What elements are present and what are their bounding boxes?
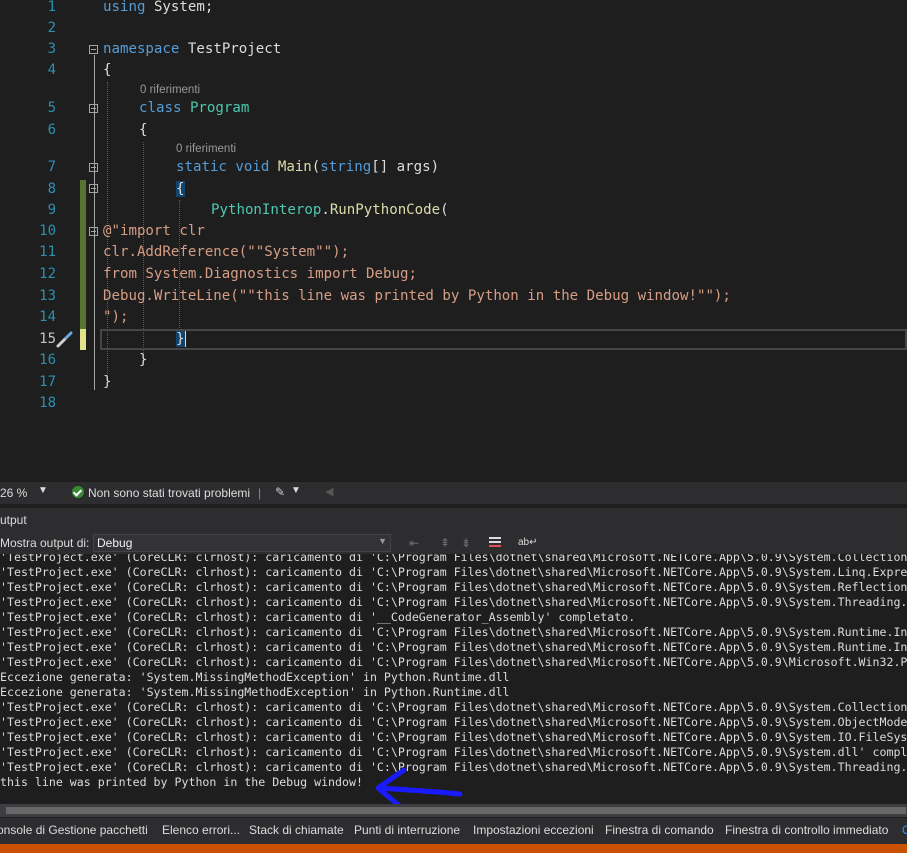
chevron-down-icon[interactable]: ▼	[38, 485, 48, 496]
panel-title: utput	[0, 513, 27, 527]
code-line: ");	[103, 309, 129, 325]
line-number: 10	[39, 223, 56, 239]
output-line: 'TestProject.exe' (CoreCLR: clrhost): ca…	[0, 595, 907, 609]
tab-package-manager-console[interactable]: onsole di Gestione pacchetti	[0, 823, 148, 837]
scroll-left-icon[interactable]: ◀	[325, 485, 333, 498]
status-bar	[0, 844, 907, 853]
clear-all-icon[interactable]	[487, 535, 503, 551]
output-line: 'TestProject.exe' (CoreCLR: clrhost): ca…	[0, 700, 907, 714]
scrollbar-thumb[interactable]	[6, 807, 906, 814]
tab-command-window[interactable]: Finestra di comando	[605, 823, 714, 837]
line-number: 16	[39, 352, 56, 368]
output-line: 'TestProject.exe' (CoreCLR: clrhost): ca…	[0, 565, 907, 579]
code-line: }	[103, 374, 112, 390]
output-line: 'TestProject.exe' (CoreCLR: clrhost): ca…	[0, 580, 907, 594]
code-line: {	[139, 122, 148, 138]
code-line: Debug.WriteLine(""this line was printed …	[103, 288, 731, 304]
current-line-highlight	[100, 329, 907, 350]
check-circle-icon	[72, 486, 84, 498]
line-number: 14	[39, 309, 56, 325]
word-wrap-icon[interactable]: ab↵	[518, 535, 538, 551]
collapse-namespace-icon[interactable]	[89, 45, 98, 54]
show-output-label: Mostra output di:	[0, 536, 90, 550]
output-toolbar: Mostra output di: Debug ▼ ⇤ ⇞ ⇟ ab↵	[0, 532, 907, 554]
line-number: 5	[47, 100, 56, 116]
code-line: clr.AddReference(""System"");	[103, 244, 350, 260]
code-line: namespace TestProject	[103, 41, 282, 57]
collapse-method-icon[interactable]	[89, 163, 98, 172]
tab-error-list[interactable]: Elenco errori...	[162, 823, 240, 837]
line-number: 13	[39, 288, 56, 304]
code-cleanup-icon[interactable]: ✎	[275, 485, 285, 499]
code-lens-references[interactable]: 0 riferimenti	[140, 84, 200, 96]
code-line: }	[139, 352, 148, 368]
line-number: 1	[47, 0, 56, 15]
line-number: 12	[39, 266, 56, 282]
line-number: 4	[47, 62, 56, 78]
output-line: 'TestProject.exe' (CoreCLR: clrhost): ca…	[0, 625, 907, 639]
code-line: PythonInterop.RunPythonCode(	[211, 202, 449, 218]
line-number: 17	[39, 374, 56, 390]
code-line: {	[176, 181, 185, 197]
next-message-icon[interactable]: ⇟	[458, 535, 474, 551]
code-line: static void Main(string[] args)	[176, 159, 440, 175]
divider: |	[258, 486, 262, 500]
change-indicator	[80, 180, 86, 329]
previous-message-icon[interactable]: ⇞	[437, 535, 453, 551]
output-line: 'TestProject.exe' (CoreCLR: clrhost): ca…	[0, 554, 907, 564]
zoom-level[interactable]: 26 %	[0, 486, 27, 500]
code-editor[interactable]: 1 2 3 4 5 6 7 8 9 10 11 12 13 14 15 16 1…	[0, 0, 907, 482]
line-number: 7	[47, 159, 56, 175]
output-line: Eccezione generata: 'System.MissingMetho…	[0, 670, 510, 684]
line-number: 2	[47, 20, 56, 36]
code-line: from System.Diagnostics import Debug;	[103, 266, 417, 282]
output-panel-header: utput	[0, 508, 907, 532]
collapse-block-icon[interactable]	[89, 184, 98, 193]
tab-output[interactable]: O	[902, 823, 907, 837]
line-number: 9	[47, 202, 56, 218]
editor-status-bar: 26 % ▼ Non sono stati trovati problemi |…	[0, 482, 907, 504]
find-message-icon[interactable]: ⇤	[406, 535, 422, 551]
horizontal-scrollbar[interactable]	[0, 804, 907, 817]
output-line-python: this line was printed by Python in the D…	[0, 775, 363, 789]
tab-exception-settings[interactable]: Impostazioni eccezioni	[473, 823, 594, 837]
issues-status[interactable]: Non sono stati trovati problemi	[88, 486, 250, 500]
output-line: Eccezione generata: 'System.MissingMetho…	[0, 685, 510, 699]
code-line: }	[176, 331, 186, 347]
tab-immediate-window[interactable]: Finestra di controllo immediato	[725, 823, 888, 837]
tab-breakpoints[interactable]: Punti di interruzione	[354, 823, 460, 837]
code-line: using System;	[103, 0, 214, 15]
change-indicator-unsaved	[80, 329, 86, 350]
line-number-current: 15	[39, 331, 56, 347]
line-number: 6	[47, 122, 56, 138]
line-number: 3	[47, 41, 56, 57]
line-number: 8	[47, 181, 56, 197]
output-source-select[interactable]: Debug ▼	[93, 534, 391, 552]
output-line: 'TestProject.exe' (CoreCLR: clrhost): ca…	[0, 715, 907, 729]
tab-call-stack[interactable]: Stack di chiamate	[249, 823, 344, 837]
output-line: 'TestProject.exe' (CoreCLR: clrhost): ca…	[0, 745, 907, 759]
code-line: @"import clr	[103, 223, 205, 239]
quick-actions-icon[interactable]	[55, 331, 75, 349]
line-number: 18	[39, 395, 56, 411]
tool-window-tabs: onsole di Gestione pacchetti Elenco erro…	[0, 818, 907, 844]
selected-source: Debug	[97, 536, 133, 550]
collapse-string-icon[interactable]	[89, 227, 98, 236]
code-lens-references[interactable]: 0 riferimenti	[176, 143, 236, 155]
collapse-class-icon[interactable]	[89, 104, 98, 113]
code-line: class Program	[139, 100, 250, 116]
output-line: 'TestProject.exe' (CoreCLR: clrhost): ca…	[0, 610, 636, 624]
chevron-down-icon[interactable]: ▼	[291, 485, 301, 496]
code-line: {	[103, 62, 112, 78]
output-line: 'TestProject.exe' (CoreCLR: clrhost): ca…	[0, 640, 907, 654]
chevron-down-icon[interactable]: ▼	[378, 536, 387, 546]
output-line: 'TestProject.exe' (CoreCLR: clrhost): ca…	[0, 730, 907, 744]
output-line: 'TestProject.exe' (CoreCLR: clrhost): ca…	[0, 655, 907, 669]
line-number: 11	[39, 244, 56, 260]
